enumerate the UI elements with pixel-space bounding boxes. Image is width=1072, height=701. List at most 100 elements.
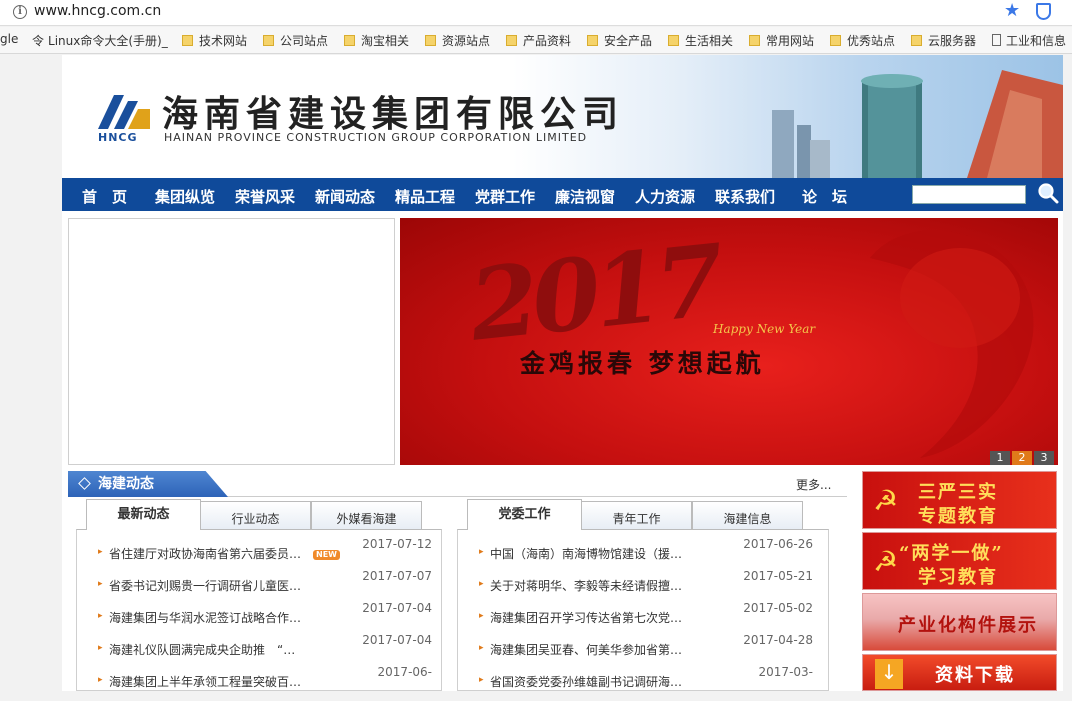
new-badge: NEW [313,550,340,560]
nav-group-overview[interactable]: 集团纵览 [155,186,215,207]
nav-contact[interactable]: 联系我们 [715,186,775,207]
tab-youth-work[interactable]: 青年工作 [581,501,692,531]
company-logo[interactable] [98,95,150,129]
folder-icon [668,35,679,46]
news-date: 2017-05-21 [743,569,813,583]
page-icon [992,34,1001,46]
bookmark-folder[interactable]: 淘宝相关 [344,32,409,49]
tab-party-committee[interactable]: 党委工作 [467,499,582,530]
folder-icon [344,35,355,46]
nav-home[interactable]: 首 页 [82,186,127,207]
news-title[interactable]: 海建集团与华润水泥签订战略合作… [109,609,301,626]
folder-icon [830,35,841,46]
main-nav: 首 页 集团纵览 荣誉风采 新闻动态 精品工程 党群工作 廉洁视窗 人力资源 联… [62,178,1063,211]
nav-party-work[interactable]: 党群工作 [475,186,535,207]
header-banner: HNCG 海南省建设集团有限公司 HAINAN PROVINCE CONSTRU… [62,55,1063,178]
slide-page-2[interactable]: 2 [1012,451,1032,465]
nav-news[interactable]: 新闻动态 [315,186,375,207]
diamond-icon [78,477,91,490]
folder-icon [263,35,274,46]
slide-page-3[interactable]: 3 [1034,451,1054,465]
terminal-icon: 令 [32,34,45,48]
bookmark-folder[interactable]: 公司站点 [263,32,328,49]
news-title[interactable]: 海建集团上半年承领工程量突破百… [109,673,301,690]
bookmark-folder[interactable]: 产品资料 [506,32,571,49]
folder-icon [911,35,922,46]
news-date: 2017-03- [758,665,813,679]
news-date: 2017-04-28 [743,633,813,647]
banner-two-studies[interactable]: ☭ “两学一做” 学习教育 [862,532,1057,590]
list-item[interactable]: ▸ 海建集团上半年承领工程量突破百… 2017-06- [77,665,441,701]
news-title[interactable]: 海建集团吴亚春、何美华参加省第… [490,641,682,658]
news-section-header: 海建动态 更多... [68,471,847,497]
news-title[interactable]: 中国（海南）南海博物馆建设（援… [490,545,682,562]
arrow-bullet-icon: ▸ [98,675,103,685]
search-input[interactable] [912,185,1026,204]
bookmark-folder[interactable]: 优秀站点 [830,32,895,49]
news-date: 2017-06-26 [743,537,813,551]
shield-extension-icon[interactable] [1036,3,1051,20]
url-text[interactable]: www.hncg.com.cn [34,3,161,19]
arrow-bullet-icon: ▸ [479,547,484,557]
nav-hr[interactable]: 人力资源 [635,186,695,207]
list-item[interactable]: ▸ 省国资委党委孙维雄副书记调研海… 2017-03- [458,665,828,701]
bookmark-item[interactable]: 令 Linux命令大全(手册)_ [32,32,168,49]
news-title[interactable]: 省委书记刘赐贵一行调研省儿童医… [109,577,301,594]
nav-forum[interactable]: 论 坛 [802,186,847,207]
site-info-icon[interactable]: i [13,5,27,19]
bookmark-folder[interactable]: 生活相关 [668,32,733,49]
news-title[interactable]: 省国资委党委孙维雄副书记调研海… [490,673,682,690]
tab-media-coverage[interactable]: 外媒看海建 [311,501,422,531]
right-tab-bar: 党委工作 青年工作 海建信息 [467,499,807,531]
banner-line1: 资料下载 [935,665,1015,686]
arrow-bullet-icon: ▸ [479,643,484,653]
slide-greeting: Happy New Year [713,322,816,336]
banner-line2: 学习教育 [918,567,998,588]
folder-icon [506,35,517,46]
search-icon[interactable] [1037,182,1059,204]
arrow-bullet-icon: ▸ [98,547,103,557]
banner-line1: 三严三实 [918,482,998,503]
bookmarks-bar: gle 令 Linux命令大全(手册)_ 技术网站 公司站点 淘宝相关 资源站点 … [0,27,1072,54]
arrow-bullet-icon: ▸ [479,675,484,685]
folder-icon [182,35,193,46]
news-title[interactable]: 关于对蒋明华、李毅等未经请假擅… [490,577,682,594]
company-name-en: HAINAN PROVINCE CONSTRUCTION GROUP CORPO… [164,131,588,144]
download-icon: ↓ [875,659,903,689]
news-date: 2017-07-04 [362,601,432,615]
bookmark-folder[interactable]: 安全产品 [587,32,652,49]
news-title: 省住建厅对政协海南省第六届委员… [109,547,302,561]
tab-group-info[interactable]: 海建信息 [692,501,803,531]
folder-icon [749,35,760,46]
banner-three-stricts[interactable]: ☭ 三严三实 专题教育 [862,471,1057,529]
bookmark-star-icon[interactable]: ★ [1004,0,1020,21]
web-page: HNCG 海南省建设集团有限公司 HAINAN PROVINCE CONSTRU… [62,55,1063,691]
banner-industrial-components[interactable]: 产业化构件展示 [862,593,1057,651]
rooster-decoration [870,230,1034,458]
bookmark-folder[interactable]: 云服务器 [911,32,976,49]
bookmark-folder[interactable]: 资源站点 [425,32,490,49]
news-title[interactable]: 海建礼仪队圆满完成央企助推 “… [109,641,295,658]
nav-integrity[interactable]: 廉洁视窗 [555,186,615,207]
more-link[interactable]: 更多... [796,476,831,493]
section-title: 海建动态 [68,471,228,497]
nav-projects[interactable]: 精品工程 [395,186,455,207]
tab-industry-news[interactable]: 行业动态 [200,501,311,531]
news-title[interactable]: 海建集团召开学习传达省第七次党… [490,609,682,626]
banner-line1: “两学一做” [899,543,1004,564]
arrow-bullet-icon: ▸ [98,643,103,653]
banner-downloads[interactable]: ↓ 资料下载 [862,654,1057,691]
folder-icon [425,35,436,46]
bookmark-item[interactable]: gle [0,32,18,46]
bookmark-item[interactable]: 工业和信息 [992,32,1066,49]
news-date: 2017-05-02 [743,601,813,615]
slide-page-1[interactable]: 1 [990,451,1010,465]
bookmark-folder[interactable]: 常用网站 [749,32,814,49]
news-date: 2017-07-12 [362,537,432,551]
bookmark-folder[interactable]: 技术网站 [182,32,247,49]
nav-honors[interactable]: 荣誉风采 [235,186,295,207]
arrow-bullet-icon: ▸ [479,579,484,589]
address-bar[interactable]: i www.hncg.com.cn ★ [0,0,1072,26]
tab-latest-news[interactable]: 最新动态 [86,499,201,530]
banner-slideshow[interactable]: 2017 Happy New Year 金鸡报春 梦想起航 1 2 3 [400,218,1058,465]
